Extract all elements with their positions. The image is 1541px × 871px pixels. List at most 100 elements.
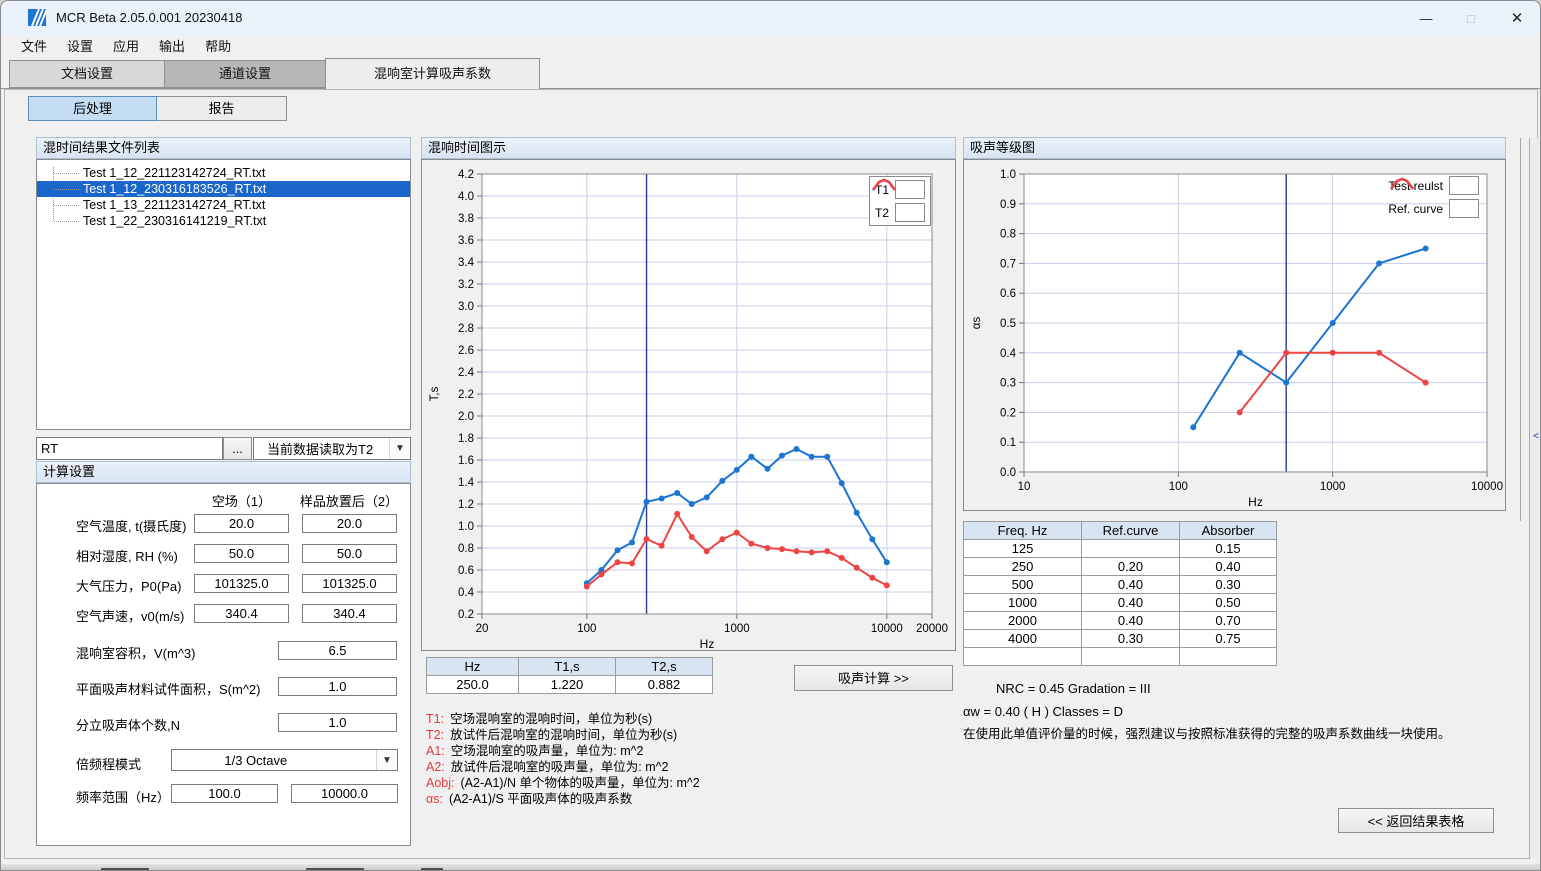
menu-output[interactable]: 输出 bbox=[149, 34, 195, 57]
svg-text:2.0: 2.0 bbox=[458, 411, 474, 423]
note-line: T2:放试件后混响室的混响时间，单位为秒(s) bbox=[426, 727, 700, 743]
humidity-2-input[interactable] bbox=[302, 544, 397, 563]
tab-channel-settings[interactable]: 通道设置 bbox=[164, 60, 326, 88]
cell-ref: 0.20 bbox=[1082, 558, 1180, 576]
svg-text:10: 10 bbox=[1018, 481, 1031, 493]
label-pressure: 大气压力，P0(Pa) bbox=[76, 576, 181, 595]
label-sample-area: 平面吸声材料试件面积，S(m^2) bbox=[76, 679, 261, 698]
svg-text:1.2: 1.2 bbox=[458, 499, 474, 511]
room-volume-input[interactable] bbox=[278, 641, 397, 660]
chevron-down-icon[interactable]: ▼ bbox=[389, 438, 410, 459]
svg-text:0.8: 0.8 bbox=[458, 543, 474, 555]
cell-ref: 0.40 bbox=[1082, 576, 1180, 594]
maximize-button[interactable]: □ bbox=[1448, 1, 1494, 34]
ref-curve-icon bbox=[1449, 199, 1479, 218]
svg-text:T,s: T,s bbox=[429, 386, 441, 401]
cell-absorber: 0.40 bbox=[1180, 558, 1277, 576]
absorption-chart-header: 吸声等级图 bbox=[963, 137, 1506, 159]
note-line: αs:(A2-A1)/S 平面吸声体的吸声系数 bbox=[426, 791, 700, 807]
svg-text:4.0: 4.0 bbox=[458, 191, 474, 203]
rt-file-list[interactable]: Test 1_12_221123142724_RT.txt Test 1_12_… bbox=[36, 159, 411, 430]
cell-absorber: 0.15 bbox=[1180, 540, 1277, 558]
note-key: T1: bbox=[426, 712, 444, 726]
cell-freq: 2000 bbox=[964, 612, 1082, 630]
svg-text:0.5: 0.5 bbox=[1000, 318, 1016, 330]
cell-freq: 500 bbox=[964, 576, 1082, 594]
taskbar-sliver bbox=[1, 864, 1540, 871]
svg-text:20: 20 bbox=[476, 623, 489, 635]
note-text: (A2-A1)/N 单个物体的吸声量，单位为: m^2 bbox=[461, 776, 700, 790]
file-item[interactable]: Test 1_13_221123142724_RT.txt bbox=[37, 197, 410, 213]
app-window: MCR Beta 2.05.0.001 20230418 — □ ✕ 文件 设置… bbox=[0, 0, 1541, 871]
browse-button[interactable]: ... bbox=[223, 437, 252, 460]
file-item[interactable]: Test 1_22_230316141219_RT.txt bbox=[37, 213, 410, 229]
abs-table-row: 10000.400.50 bbox=[964, 594, 1277, 612]
menu-file[interactable]: 文件 bbox=[11, 34, 57, 57]
cell-ref: 0.40 bbox=[1082, 612, 1180, 630]
pressure-1-input[interactable] bbox=[194, 574, 289, 593]
calc-settings-form: 空场（1） 样品放置后（2） 空气温度, t(摄氏度) 相对湿度, RH (%)… bbox=[36, 483, 411, 846]
cell-absorber: 0.30 bbox=[1180, 576, 1277, 594]
data-mode-combobox[interactable]: 当前数据读取为T2 ▼ bbox=[253, 437, 411, 460]
chevron-down-icon[interactable]: ▼ bbox=[376, 750, 397, 770]
file-item-selected[interactable]: Test 1_12_230316183526_RT.txt bbox=[37, 181, 410, 197]
back-to-results-button[interactable]: << 返回结果表格 bbox=[1338, 808, 1494, 833]
svg-text:100: 100 bbox=[577, 623, 596, 635]
note-text: 放试件后混响室的吸声量，单位为: m^2 bbox=[451, 760, 669, 774]
svg-text:1.6: 1.6 bbox=[458, 455, 474, 467]
sound-speed-1-input[interactable] bbox=[194, 604, 289, 623]
cell-absorber: 0.75 bbox=[1180, 630, 1277, 648]
panel-divider bbox=[1520, 138, 1521, 521]
legend-label: Ref. curve bbox=[1388, 202, 1443, 216]
freq-min-input[interactable] bbox=[171, 784, 278, 803]
file-list-header: 混时间结果文件列表 bbox=[36, 137, 411, 159]
rt-name-input[interactable] bbox=[36, 437, 223, 460]
tab-reverb-absorption[interactable]: 混响室计算吸声系数 bbox=[325, 58, 540, 89]
collapse-strip[interactable]: < bbox=[1529, 138, 1541, 859]
close-button[interactable]: ✕ bbox=[1494, 1, 1540, 34]
cell-freq: 125 bbox=[964, 540, 1082, 558]
menu-help[interactable]: 帮助 bbox=[195, 34, 241, 57]
nrc-result-text: NRC = 0.45 Gradation = III bbox=[996, 681, 1151, 696]
sound-speed-2-input[interactable] bbox=[302, 604, 397, 623]
sample-area-input[interactable] bbox=[278, 677, 397, 696]
collapse-arrow-icon[interactable]: < bbox=[1530, 431, 1541, 442]
note-line: A2:放试件后混响室的吸声量，单位为: m^2 bbox=[426, 759, 700, 775]
absorption-chart-legend: Test reulst Ref. curve bbox=[1388, 176, 1479, 218]
note-line: A1:空场混响室的吸声量，单位为: m^2 bbox=[426, 743, 700, 759]
cell-freq: 4000 bbox=[964, 630, 1082, 648]
absorption-calc-button[interactable]: 吸声计算 >> bbox=[794, 665, 953, 691]
test-result-curve-icon bbox=[1449, 176, 1479, 195]
note-line: Aobj: (A2-A1)/N 单个物体的吸声量，单位为: m^2 bbox=[426, 775, 700, 791]
rt-chart-header: 混响时间图示 bbox=[421, 137, 956, 159]
menu-settings[interactable]: 设置 bbox=[57, 34, 103, 57]
air-temp-1-input[interactable] bbox=[194, 514, 289, 533]
note-key: T2: bbox=[426, 728, 444, 742]
aw-result-text: αw = 0.40 ( H ) Classes = D bbox=[963, 704, 1123, 719]
octave-mode-combobox[interactable]: 1/3 Octave ▼ bbox=[171, 749, 398, 771]
label-octave-mode: 倍频程模式 bbox=[76, 754, 141, 773]
absorber-count-input[interactable] bbox=[278, 713, 397, 732]
app-icon bbox=[28, 9, 46, 26]
humidity-1-input[interactable] bbox=[194, 544, 289, 563]
note-key: Aobj: bbox=[426, 776, 455, 790]
subtab-postprocess[interactable]: 后处理 bbox=[28, 96, 157, 121]
svg-text:3.2: 3.2 bbox=[458, 279, 474, 291]
menu-apply[interactable]: 应用 bbox=[103, 34, 149, 57]
freq-max-input[interactable] bbox=[291, 784, 398, 803]
air-temp-2-input[interactable] bbox=[302, 514, 397, 533]
abs-table-row: 125 0.15 bbox=[964, 540, 1277, 558]
subtab-report[interactable]: 报告 bbox=[156, 96, 287, 121]
svg-text:4.2: 4.2 bbox=[458, 169, 474, 181]
file-item[interactable]: Test 1_12_221123142724_RT.txt bbox=[37, 165, 410, 181]
label-room-volume: 混响室容积，V(m^3) bbox=[76, 643, 196, 662]
svg-text:1000: 1000 bbox=[724, 623, 750, 635]
rt-chart[interactable]: 0.20.40.60.81.01.21.41.61.82.02.22.42.62… bbox=[422, 160, 957, 652]
svg-text:0.0: 0.0 bbox=[1000, 467, 1016, 479]
column-header-with-sample: 样品放置后（2） bbox=[287, 491, 411, 510]
abs-table-row: 20000.400.70 bbox=[964, 612, 1277, 630]
pressure-2-input[interactable] bbox=[302, 574, 397, 593]
minimize-button[interactable]: — bbox=[1403, 1, 1449, 34]
cell-ref: 0.30 bbox=[1082, 630, 1180, 648]
tab-document-settings[interactable]: 文档设置 bbox=[9, 60, 165, 88]
